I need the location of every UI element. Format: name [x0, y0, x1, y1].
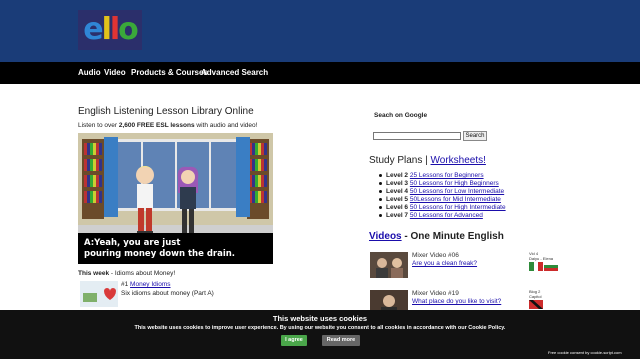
intro-text: Listen to over 2,600 FREE ESL lessons wi… — [78, 122, 257, 129]
video-question-link[interactable]: Are you a clean freak? — [412, 260, 477, 267]
search-button[interactable]: Search — [463, 131, 487, 141]
intro-suffix: with audio and video! — [194, 122, 258, 129]
logo-letter-l2: l — [109, 12, 120, 47]
read-more-button[interactable]: Read more — [322, 335, 360, 346]
curtain-left — [104, 137, 118, 217]
bullet-icon — [379, 205, 382, 209]
cartoon-man — [136, 166, 154, 235]
bullet-icon — [379, 197, 382, 201]
plan-level: Level 7 — [386, 212, 409, 219]
logo-letter-e: e — [83, 12, 103, 47]
subtitle-line-2: pouring money down the drain. — [84, 249, 236, 259]
plan-link[interactable]: 50 Lessons for Advanced — [410, 212, 483, 219]
lesson-thumbnail[interactable] — [80, 281, 118, 307]
plan-item: Level 3 50 Lessons for High Beginners — [379, 180, 499, 187]
money-heart-icon — [80, 281, 118, 307]
plan-level: Level 3 — [386, 180, 409, 187]
video-thumbnail[interactable] — [370, 252, 408, 278]
plan-item: Level 5 50Lessons for Mid Intermediate — [379, 196, 501, 203]
trinidad-flag-icon — [529, 300, 543, 309]
bullet-icon — [379, 173, 382, 177]
video-subtitle: A:Yeah, you are just pouring money down … — [78, 233, 273, 264]
lesson-number: #1 — [121, 281, 131, 288]
plan-level: Level 5 — [386, 196, 409, 203]
this-week-label: This week — [78, 270, 110, 277]
plan-item: Level 7 50 Lessons for Advanced — [379, 212, 483, 219]
bulgaria-flag-icon — [544, 262, 558, 271]
bullet-icon — [379, 189, 382, 193]
this-week-text: - Idioms about Money! — [109, 270, 176, 277]
nav-audio[interactable]: Audio — [78, 68, 101, 77]
featured-video[interactable]: A:Yeah, you are just pouring money down … — [78, 133, 273, 264]
plan-link[interactable]: 50Lessons for Mid Intermediate — [410, 196, 501, 203]
cookie-credit[interactable]: Free cookie consent by cookie-script.com — [548, 350, 622, 355]
nav-advanced-search[interactable]: Advanced Search — [201, 68, 268, 77]
cartoon-woman — [177, 166, 199, 233]
plan-item: Level 2 25 Lessons for Beginners — [379, 172, 484, 179]
elllo-logo[interactable]: e l l o — [78, 10, 142, 50]
study-plans-label: Study Plans | — [369, 155, 431, 166]
cookie-title: This website uses cookies — [272, 314, 368, 323]
page-title: English Listening Lesson Library Online — [78, 106, 254, 117]
curtain-right — [236, 137, 250, 217]
logo-letter-o: o — [118, 12, 139, 47]
plan-item: Level 4 50 Lessons for Low Intermediate — [379, 188, 504, 195]
plan-level: Level 2 — [386, 172, 409, 179]
google-search-label: Seach on Google — [374, 112, 428, 119]
plan-link[interactable]: 50 Lessons for High Beginners — [410, 180, 499, 187]
bookshelf-right — [247, 139, 269, 219]
videos-heading: Videos - One Minute English — [369, 231, 504, 242]
nav-video[interactable]: Video — [104, 68, 126, 77]
bullet-icon — [379, 213, 382, 217]
plan-level: Level 6 — [386, 204, 409, 211]
nav-products-courses[interactable]: Products & Courses — [131, 68, 208, 77]
lesson-heading: #1 Money Idioms — [121, 281, 171, 288]
bookshelf-left — [82, 139, 104, 219]
plan-link[interactable]: 50 Lessons for High Intermediate — [410, 204, 506, 211]
site-header: e l l o — [0, 0, 640, 62]
videos-suffix: - One Minute English — [401, 231, 504, 242]
lesson-title-link[interactable]: Money Idioms — [130, 281, 170, 288]
video-question-link[interactable]: What place do you like to visit? — [412, 298, 501, 305]
logo-letter-l1: l — [101, 12, 112, 47]
study-plans-heading: Study Plans | Worksheets! — [369, 155, 486, 166]
bullet-icon — [379, 181, 382, 185]
google-search-input[interactable] — [373, 132, 461, 140]
video-mini-names: Daiyu - Elena — [529, 256, 554, 261]
cookie-text: This website uses cookies to improve use… — [134, 325, 506, 331]
main-nav: Audio Video Products & Courses Advanced … — [0, 62, 640, 84]
cookie-consent-bar: This website uses cookies This website u… — [0, 310, 640, 359]
intro-prefix: Listen to over — [78, 122, 119, 129]
videos-link[interactable]: Videos — [369, 231, 402, 242]
plan-level: Level 4 — [386, 188, 409, 195]
agree-button[interactable]: I agree — [281, 335, 307, 346]
subtitle-line-1: A:Yeah, you are just — [84, 238, 181, 248]
video-title: Mixer Video #06 — [412, 252, 459, 259]
worksheets-link[interactable]: Worksheets! — [431, 155, 486, 166]
plan-link[interactable]: 50 Lessons for Low Intermediate — [410, 188, 504, 195]
intro-bold: 2,600 FREE ESL lessons — [118, 122, 195, 129]
lesson-subtitle: Six idioms about money (Part A) — [121, 290, 214, 297]
mexico-flag-icon — [529, 262, 543, 271]
video-mini-names: Capitol — [529, 294, 542, 299]
this-week-heading: This week - Idioms about Money! — [78, 270, 175, 277]
video-people-icon — [370, 252, 408, 278]
video-title: Mixer Video #19 — [412, 290, 459, 297]
plan-item: Level 6 50 Lessons for High Intermediate — [379, 204, 506, 211]
plan-link[interactable]: 25 Lessons for Beginners — [410, 172, 484, 179]
